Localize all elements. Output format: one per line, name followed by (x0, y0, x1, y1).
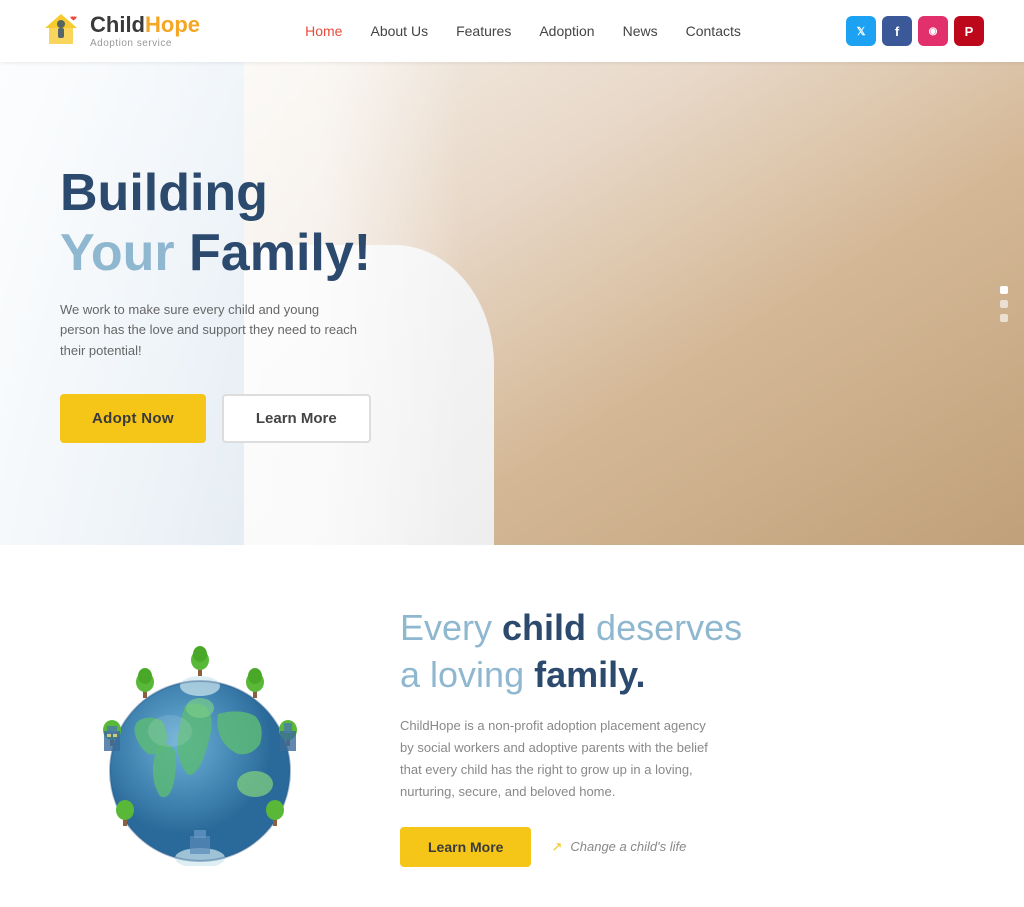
hero-buttons: Adopt Now Learn More (60, 394, 420, 443)
logo-tagline: Adoption service (90, 38, 200, 49)
facebook-icon: f (895, 24, 899, 39)
slider-dot-3[interactable] (1000, 314, 1008, 322)
about-heading-a-loving: a loving (400, 654, 534, 695)
social-twitter-button[interactable]: 𝕏 (846, 16, 876, 46)
nav-features[interactable]: Features (456, 23, 511, 39)
slider-dot-2[interactable] (1000, 300, 1008, 308)
globe-illustration (70, 626, 330, 846)
pinterest-icon: P (965, 24, 974, 39)
nav-adoption[interactable]: Adoption (539, 23, 594, 39)
nav-about[interactable]: About Us (370, 23, 428, 39)
about-section: Every child deserves a loving family. Ch… (0, 545, 1024, 907)
nav-home[interactable]: Home (305, 23, 342, 39)
logo[interactable]: ChildHope Adoption service (40, 10, 200, 52)
adopt-now-button[interactable]: Adopt Now (60, 394, 206, 443)
hero-title-your: Your (60, 224, 189, 282)
main-nav: Home About Us Features Adoption News Con… (305, 23, 741, 39)
logo-text-area: ChildHope Adoption service (90, 13, 200, 48)
learn-more-about-button[interactable]: Learn More (400, 827, 531, 867)
nav-news[interactable]: News (623, 23, 658, 39)
slider-dots (1000, 286, 1008, 322)
about-heading-family: family. (534, 654, 645, 695)
logo-child: Child (90, 12, 145, 37)
about-heading-child: child (502, 607, 586, 648)
header: ChildHope Adoption service Home About Us… (0, 0, 1024, 62)
hero-title-family: Family! (189, 224, 371, 282)
twitter-icon: 𝕏 (857, 25, 866, 38)
hero-content: Building Your Family! We work to make su… (0, 62, 480, 545)
about-description: ChildHope is a non-profit adoption place… (400, 715, 720, 803)
social-instagram-button[interactable]: ◉ (918, 16, 948, 46)
nav-contacts[interactable]: Contacts (686, 23, 741, 39)
change-life-text: Change a child's life (551, 839, 686, 855)
hero-title-line2: Your Family! (60, 224, 371, 282)
hero-subtitle: We work to make sure every child and you… (60, 300, 360, 362)
hero-title: Building Your Family! (60, 164, 420, 284)
about-actions: Learn More Change a child's life (400, 827, 964, 867)
hero-section: Building Your Family! We work to make su… (0, 62, 1024, 545)
about-heading-deserves: deserves (586, 607, 742, 648)
instagram-icon: ◉ (929, 26, 938, 37)
about-text-area: Every child deserves a loving family. Ch… (400, 605, 964, 867)
social-icons-group: 𝕏 f ◉ P (846, 16, 984, 46)
about-heading-every: Every (400, 607, 502, 648)
social-facebook-button[interactable]: f (882, 16, 912, 46)
logo-icon (40, 10, 82, 52)
learn-more-hero-button[interactable]: Learn More (222, 394, 371, 443)
about-heading: Every child deserves a loving family. (400, 605, 964, 699)
slider-dot-1[interactable] (1000, 286, 1008, 294)
social-pinterest-button[interactable]: P (954, 16, 984, 46)
hero-title-line1: Building (60, 164, 420, 224)
globe-container (60, 626, 340, 846)
logo-hope: Hope (145, 12, 200, 37)
